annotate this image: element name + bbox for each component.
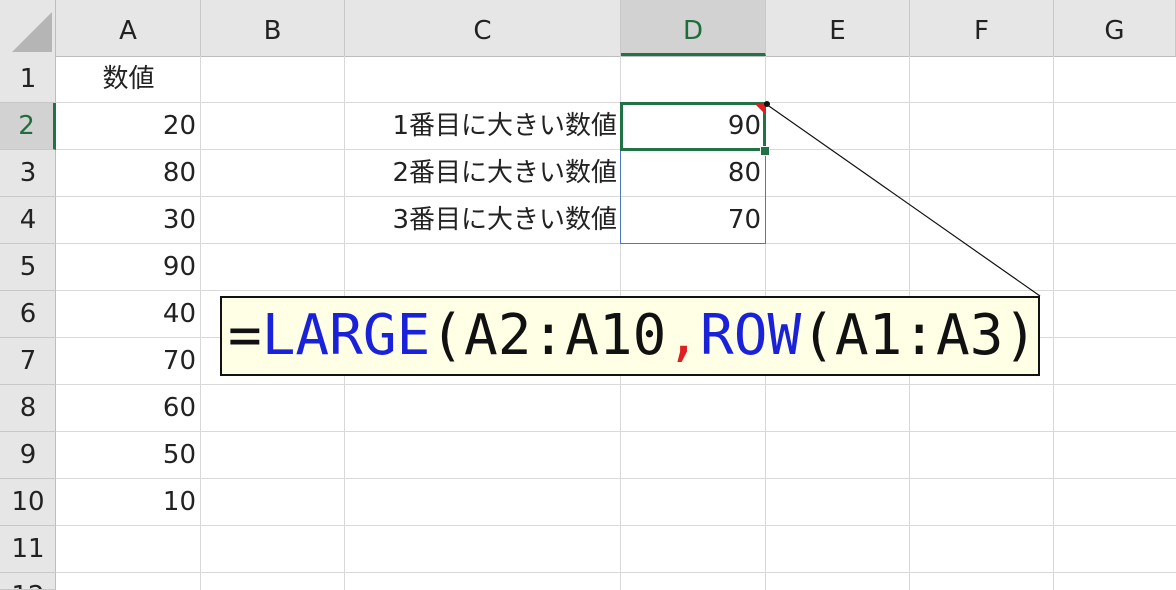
formula-function-row: ROW <box>700 303 802 368</box>
row-header-11[interactable]: 11 <box>0 526 56 573</box>
formula-equals: = <box>228 303 262 368</box>
select-all-icon <box>12 12 52 52</box>
row-header-10[interactable]: 10 <box>0 479 56 526</box>
spreadsheet: A B C D E F G 1 2 3 4 5 6 7 8 9 10 11 12… <box>0 0 1176 590</box>
cell-a3[interactable]: 80 <box>56 150 196 197</box>
cell-a2[interactable]: 20 <box>56 103 196 150</box>
column-header-c[interactable]: C <box>345 0 621 56</box>
row-header-12[interactable]: 12 <box>0 573 56 590</box>
select-all-corner[interactable] <box>0 0 56 56</box>
column-header-d[interactable]: D <box>621 0 766 56</box>
cell-a9[interactable]: 50 <box>56 432 196 479</box>
grid-line <box>56 290 1176 291</box>
cell-a5[interactable]: 90 <box>56 244 196 291</box>
row-header-9[interactable]: 9 <box>0 432 56 479</box>
cell-d4[interactable]: 70 <box>621 197 761 244</box>
cell-a1[interactable]: 数値 <box>56 56 201 103</box>
formula-args-2: (A1:A3)) <box>801 303 1038 368</box>
grid-line <box>1053 56 1054 590</box>
grid-line <box>56 572 1176 573</box>
row-header-8[interactable]: 8 <box>0 385 56 432</box>
row-header-3[interactable]: 3 <box>0 150 56 197</box>
grid-line <box>56 431 1176 432</box>
formula-function-large: LARGE <box>261 303 431 368</box>
cell-a8[interactable]: 60 <box>56 385 196 432</box>
formula-comma: , <box>666 303 701 368</box>
column-header-e[interactable]: E <box>766 0 910 56</box>
column-header-b[interactable]: B <box>201 0 345 56</box>
formula-args-1: (A2:A10 <box>430 303 667 368</box>
grid-line <box>56 525 1176 526</box>
cell-a7[interactable]: 70 <box>56 338 196 385</box>
grid-line <box>200 56 201 590</box>
column-header-a[interactable]: A <box>56 0 201 56</box>
row-header-6[interactable]: 6 <box>0 291 56 338</box>
row-header-1[interactable]: 1 <box>0 56 56 103</box>
column-header-f[interactable]: F <box>910 0 1054 56</box>
cell-a4[interactable]: 30 <box>56 197 196 244</box>
cell-c3[interactable]: 2番目に大きい数値 <box>345 150 617 197</box>
row-header-4[interactable]: 4 <box>0 197 56 244</box>
column-header-g[interactable]: G <box>1054 0 1176 56</box>
cell-c4[interactable]: 3番目に大きい数値 <box>345 197 617 244</box>
grid-line <box>56 478 1176 479</box>
fill-handle[interactable] <box>760 146 770 156</box>
cell-a10[interactable]: 10 <box>56 479 196 526</box>
row-header-5[interactable]: 5 <box>0 244 56 291</box>
grid-line <box>56 384 1176 385</box>
formula-callout: =LARGE(A2:A10,ROW(A1:A3)) <box>220 296 1040 376</box>
row-header-2[interactable]: 2 <box>0 103 56 150</box>
cell-c2[interactable]: 1番目に大きい数値 <box>345 103 617 150</box>
row-header-7[interactable]: 7 <box>0 338 56 385</box>
cell-d2[interactable]: 90 <box>621 103 761 150</box>
cell-d3[interactable]: 80 <box>621 150 761 197</box>
cell-a6[interactable]: 40 <box>56 291 196 338</box>
